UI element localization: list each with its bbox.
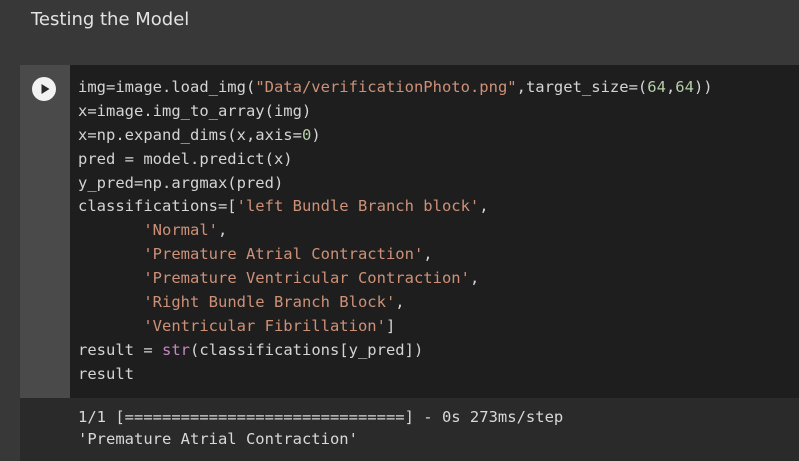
code-token: x=image.img_to_array(img) — [78, 101, 312, 120]
code-line: img=image.load_img("Data/verificationPho… — [78, 76, 713, 100]
code-token: y_pred=np.argmax(pred) — [78, 173, 284, 192]
code-line: y_pred=np.argmax(pred) — [78, 172, 713, 196]
code-line: x=np.expand_dims(x,axis=0) — [78, 124, 713, 148]
code-token: img=image.load_img( — [78, 78, 256, 96]
code-token: 64 — [675, 78, 694, 96]
code-token: , — [479, 197, 489, 216]
code-line: x=image.img_to_array(img) — [78, 100, 713, 124]
code-line: result = str(classifications[y_pred]) — [78, 339, 713, 363]
run-cell-button[interactable] — [32, 77, 56, 101]
code-token: 'Ventricular Fibrillation' — [143, 316, 386, 335]
code-token: pred = model.predict(x) — [78, 149, 293, 168]
cell-output: 1/1 [==============================] - 0… — [70, 398, 799, 461]
code-token: ) — [311, 125, 321, 144]
code-line: 'Ventricular Fibrillation'] — [78, 315, 713, 339]
code-text: img=image.load_img("Data/verificationPho… — [78, 76, 713, 387]
code-token: x=np.expand_dims(x,axis= — [78, 125, 302, 144]
code-cell[interactable]: img=image.load_img("Data/verificationPho… — [20, 65, 799, 461]
code-token: classifications=[ — [78, 197, 237, 216]
code-line: 'Premature Atrial Contraction', — [78, 243, 713, 267]
play-icon — [41, 84, 50, 94]
code-token: , — [469, 269, 480, 288]
code-token: 'Normal' — [143, 221, 218, 240]
code-token: ,target_size=( — [516, 78, 648, 96]
code-token: , — [665, 78, 676, 96]
code-token: 64 — [647, 78, 666, 96]
code-line: 'Premature Ventricular Contraction', — [78, 267, 713, 291]
code-line: 'Right Bundle Branch Block', — [78, 291, 713, 315]
code-token: 'Premature Ventricular Contraction' — [143, 269, 470, 288]
code-token: "Data/verificationPhoto.png" — [255, 78, 517, 96]
code-token: ] — [385, 316, 396, 335]
code-line: 'Normal', — [78, 219, 713, 243]
code-line: classifications=['left Bundle Branch blo… — [78, 195, 713, 219]
output-line: 1/1 [==============================] - 0… — [78, 408, 564, 426]
code-token: )) — [693, 78, 713, 96]
code-line: result — [78, 363, 713, 387]
output-line: 'Premature Atrial Contraction' — [78, 430, 358, 448]
output-text: 1/1 [==============================] - 0… — [78, 406, 563, 450]
code-token: str — [162, 340, 190, 359]
section-heading: Testing the Model — [31, 9, 190, 30]
code-token: , — [423, 245, 433, 264]
cell-gutter — [20, 65, 70, 398]
code-editor[interactable]: img=image.load_img("Data/verificationPho… — [70, 65, 799, 398]
code-token: 0 — [301, 125, 312, 144]
code-token: 'Premature Atrial Contraction' — [143, 245, 424, 264]
code-token: result = — [78, 340, 162, 359]
code-token: 'Right Bundle Branch Block' — [143, 293, 396, 312]
markdown-cell[interactable]: Testing the Model — [0, 0, 799, 60]
code-token: 'left Bundle Branch block' — [236, 197, 480, 216]
code-line: pred = model.predict(x) — [78, 148, 713, 172]
code-token: , — [217, 221, 228, 240]
code-token: (classifications[y_pred]) — [190, 340, 424, 359]
code-token: , — [395, 293, 405, 312]
code-token: result — [78, 364, 134, 383]
